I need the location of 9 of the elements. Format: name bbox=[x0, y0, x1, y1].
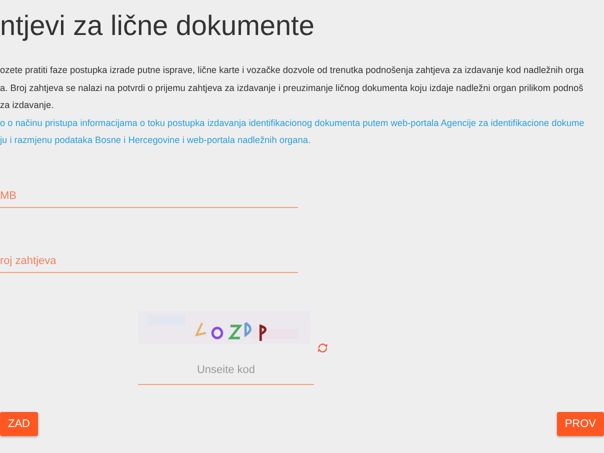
nav-button[interactable]: PROV bbox=[556, 412, 604, 436]
refresh-icon[interactable] bbox=[316, 342, 328, 354]
page-title: ntjevi za lične dokumente bbox=[0, 9, 314, 43]
captcha-field[interactable]: Unseite kod bbox=[138, 364, 314, 384]
input-field[interactable]: MB bbox=[0, 190, 298, 208]
input-field[interactable]: roj zahtjeva bbox=[0, 254, 298, 272]
nav-button[interactable]: ZAD bbox=[0, 412, 38, 436]
info-link[interactable]: o o načinu pristupa informacijama o toku postupka izdavanja identifikacionog dokumenta putem web-portala Agencije za identifikacione dokume ju i razmjenu podataka Bosne i Hercegovine i web-portala nadležnih organa. bbox=[0, 114, 584, 150]
intro-paragraph: ozete pratiti faze postupka izrade putne isprave, lične karte i vozačke dozvole od trenutka podnošenja zahtjeva za izdavanje kod nadležnih orga a. Broj zahtjeva se nalazi na potvrdi o prijemu zahtjeva za izdavanje i preuzimanje ličnog dokumenta koju izdaje nadležni organ prilikom podnoš za izdavanje. bbox=[0, 64, 584, 112]
